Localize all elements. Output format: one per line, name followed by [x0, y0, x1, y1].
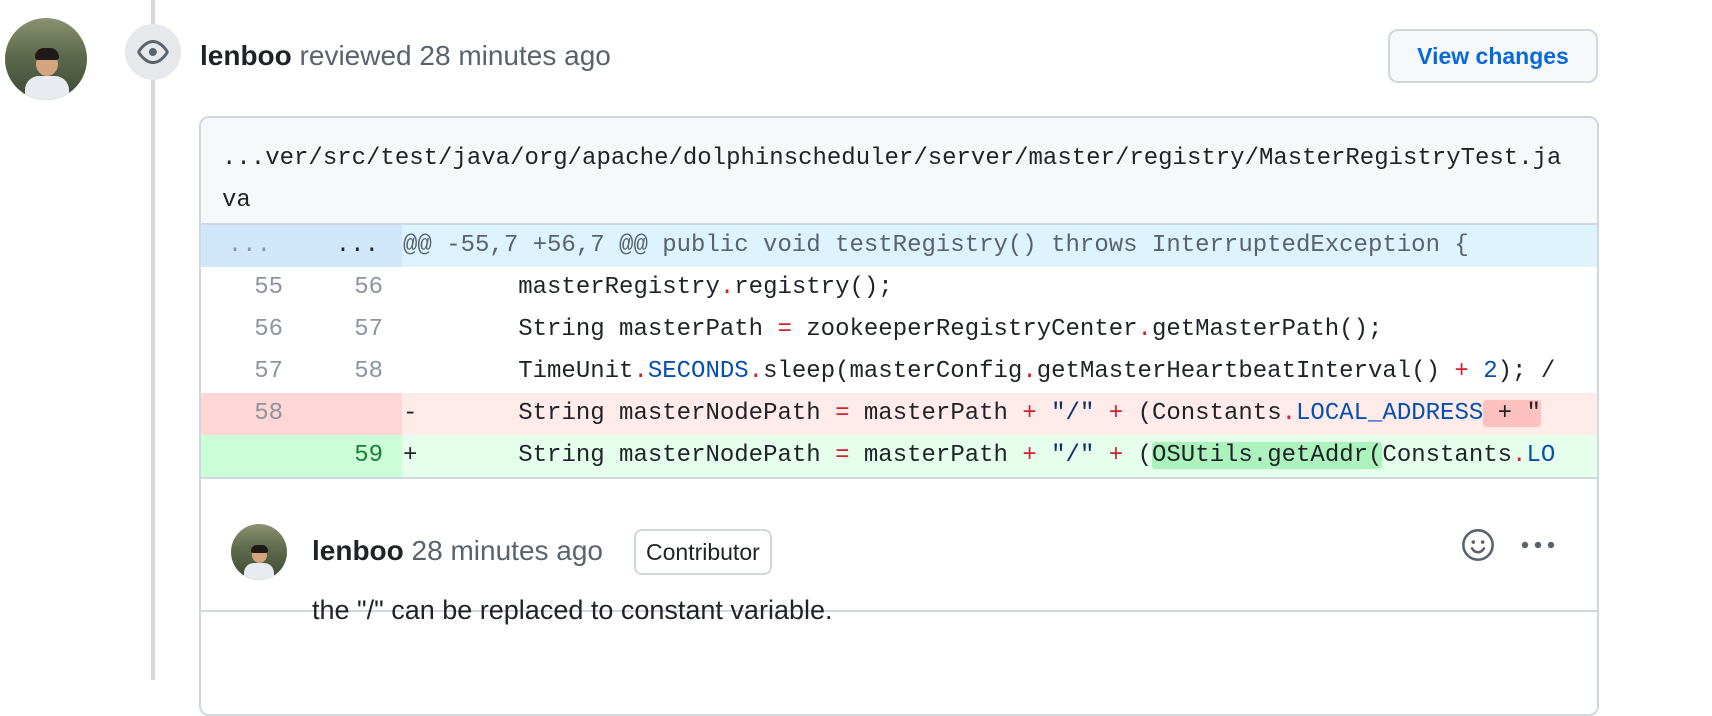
old-line-number[interactable]: 58: [201, 393, 283, 435]
kebab-horizontal-icon[interactable]: [1518, 527, 1558, 563]
diff-line-context: 55 56 masterRegistry.registry();: [201, 267, 1597, 309]
old-line-number[interactable]: 56: [201, 309, 283, 351]
comment-author[interactable]: lenboo: [312, 535, 404, 566]
comment-meta: lenboo 28 minutes ago: [312, 533, 603, 569]
review-header: lenboo reviewed 28 minutes ago: [200, 38, 611, 74]
code-line: masterRegistry.registry();: [518, 274, 893, 301]
code-line: + String masterNodePath = masterPath + "…: [403, 442, 1556, 469]
diff-hunk-header: ... ... @@ -55,7 +56,7 @@ public void te…: [201, 225, 1597, 267]
hunk-header-text: @@ -55,7 +56,7 @@ public void testRegist…: [403, 232, 1469, 259]
smiley-icon[interactable]: [1460, 527, 1496, 563]
new-line-number[interactable]: 58: [283, 351, 383, 393]
reviewer-avatar[interactable]: [5, 18, 87, 100]
code-line: TimeUnit.SECONDS.sleep(masterConfig.getM…: [518, 358, 1556, 385]
old-line-number[interactable]: 55: [201, 267, 283, 309]
diff-line-context: 57 58 TimeUnit.SECONDS.sleep(masterConfi…: [201, 351, 1597, 393]
new-line-number[interactable]: 57: [283, 309, 383, 351]
diff-sign: -: [403, 400, 418, 427]
contributor-badge: Contributor: [634, 529, 772, 575]
new-line-number[interactable]: 59: [283, 435, 383, 477]
code-line: - String masterNodePath = masterPath + "…: [403, 400, 1541, 427]
diff-line-context: 56 57 String masterPath = zookeeperRegis…: [201, 309, 1597, 351]
expand-up-button[interactable]: ...: [201, 225, 271, 267]
eye-icon: [125, 24, 181, 80]
diff-divider: [201, 477, 1597, 479]
view-changes-button[interactable]: View changes: [1388, 29, 1598, 83]
code-line: String masterPath = zookeeperRegistryCen…: [518, 316, 1383, 343]
old-line-number[interactable]: 57: [201, 351, 283, 393]
diff-sign: +: [403, 442, 418, 469]
new-line-number[interactable]: [283, 393, 383, 435]
file-path-link[interactable]: ...ver/src/test/java/org/apache/dolphins…: [222, 145, 1561, 214]
commenter-avatar[interactable]: [231, 524, 287, 580]
review-action: reviewed: [299, 40, 412, 71]
comment-body: the "/" can be replaced to constant vari…: [312, 595, 833, 625]
expand-down-button[interactable]: ...: [283, 225, 379, 267]
old-line-number[interactable]: [201, 435, 283, 477]
new-line-number[interactable]: 56: [283, 267, 383, 309]
diff-line-addition: 59 + String masterNodePath = masterPath …: [201, 435, 1597, 477]
diff-line-deletion: 58 - String masterNodePath = masterPath …: [201, 393, 1597, 435]
timeline-line: [151, 0, 155, 680]
comment-time[interactable]: 28 minutes ago: [412, 535, 603, 566]
review-time[interactable]: 28 minutes ago: [419, 40, 610, 71]
file-path-header: ...ver/src/test/java/org/apache/dolphins…: [201, 118, 1597, 225]
review-author[interactable]: lenboo: [200, 40, 292, 71]
